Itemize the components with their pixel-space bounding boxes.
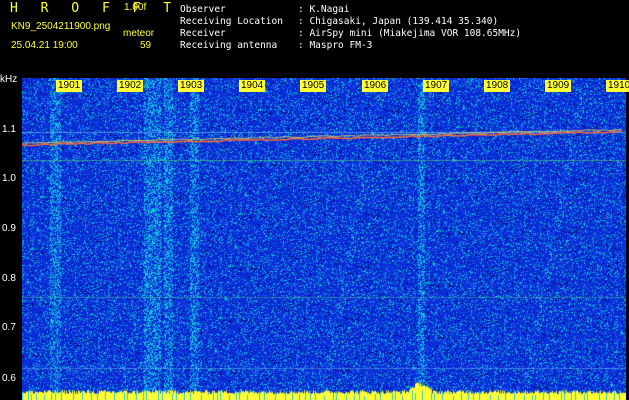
- x-tick-label: 1905: [300, 80, 327, 92]
- y-axis-unit: kHz: [0, 74, 18, 85]
- x-tick-label: 1908: [484, 80, 511, 92]
- app-name: H R O F F T: [10, 1, 179, 16]
- y-tick-label: 0.6: [2, 373, 16, 384]
- info-value: K.Nagai: [309, 4, 350, 15]
- info-value: Chigasaki, Japan (139.414 35.340): [309, 16, 499, 27]
- x-tick-label: 1904: [239, 80, 266, 92]
- info-location: Receiving Location: Chigasaki, Japan (13…: [180, 16, 499, 27]
- x-tick-label: 1910: [606, 80, 629, 92]
- info-label: Receiving Location: [180, 16, 283, 27]
- x-tick-label: 1901: [56, 80, 83, 92]
- info-label: Receiving antenna: [180, 40, 278, 51]
- info-receiver: Receiver: AirSpy mini (Miakejima VOR 108…: [180, 28, 522, 39]
- file-name: KN9_2504211900.png: [11, 21, 111, 32]
- y-tick-label: 1.0: [2, 173, 16, 184]
- y-tick-label: 0.7: [2, 322, 16, 333]
- x-tick-label: 1903: [178, 80, 205, 92]
- meteor-count: 59: [140, 40, 152, 51]
- datetime: 25.04.21 19:00: [11, 40, 78, 51]
- info-label: Observer: [180, 4, 226, 15]
- spectrogram-canvas: [22, 78, 626, 400]
- x-tick-label: 1902: [117, 80, 144, 92]
- info-antenna: Receiving antenna: Maspro FM-3: [180, 40, 373, 51]
- info-value: Maspro FM-3: [309, 40, 373, 51]
- meteor-label: meteor: [123, 28, 155, 39]
- x-tick-label: 1907: [423, 80, 450, 92]
- app-version: 1.00f: [124, 2, 147, 13]
- x-tick-label: 1909: [545, 80, 572, 92]
- y-tick-label: 0.9: [2, 223, 16, 234]
- y-tick-label: 0.8: [2, 273, 16, 284]
- x-tick-label: 1906: [362, 80, 389, 92]
- info-label: Receiver: [180, 28, 226, 39]
- info-observer: Observer: K.Nagai: [180, 4, 350, 15]
- header: H R O F F T 1.00f KN9_2504211900.png met…: [0, 0, 629, 78]
- spectrogram: [22, 78, 626, 400]
- info-value: AirSpy mini (Miakejima VOR 108.65MHz): [309, 28, 522, 39]
- y-tick-label: 1.1: [2, 124, 16, 135]
